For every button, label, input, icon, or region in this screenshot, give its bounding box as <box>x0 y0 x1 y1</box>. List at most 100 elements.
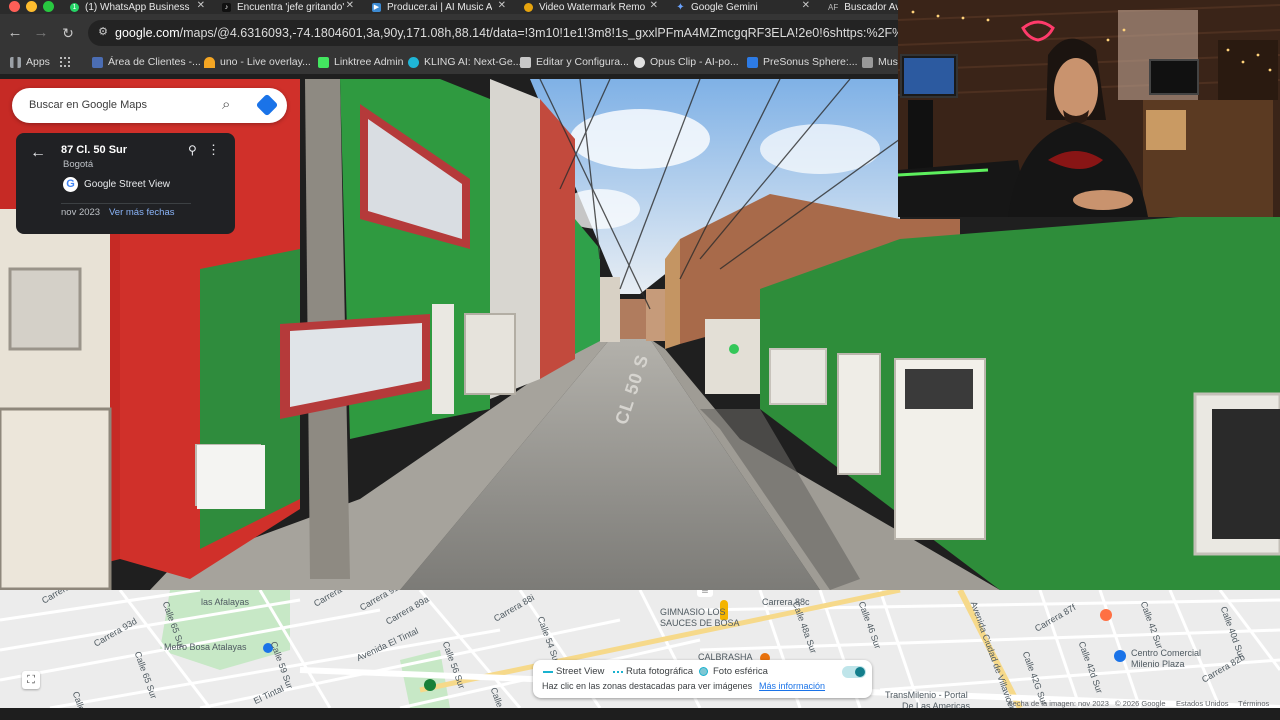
tab-title: (1) WhatsApp Business <box>85 1 190 13</box>
tab-title: Video Watermark Remo <box>539 1 646 13</box>
reload-icon[interactable]: ↻ <box>59 24 77 42</box>
bookmark-label: Editar y Configura... <box>536 56 629 68</box>
map-street-label: GIMNASIO LOS <box>660 607 726 617</box>
maps-search-box[interactable]: Buscar en Google Maps ⌕ <box>12 88 287 123</box>
terms-link[interactable]: Términos <box>1238 699 1269 708</box>
apps-grid-icon <box>10 56 21 68</box>
mush-icon <box>862 56 873 68</box>
bookmark-opus[interactable]: Opus Clip - AI-po... <box>634 56 739 68</box>
address-bar[interactable]: ⚙ google.com/maps/@4.6316093,-74.1804601… <box>88 20 1017 46</box>
copyright: © 2026 Google <box>1115 699 1166 708</box>
tab-close-icon[interactable]: ✕ <box>802 0 810 11</box>
toggle-knob <box>855 667 865 677</box>
city-label: Bogotá <box>63 159 94 170</box>
document-icon <box>520 56 531 68</box>
tiktok-icon: ♪ <box>222 2 231 12</box>
bookmark-editar[interactable]: Editar y Configura... <box>520 56 629 68</box>
legend-hint: Haz clic en las zonas destacadas para ve… <box>542 681 753 691</box>
tab-title: Buscador Ava <box>844 1 900 13</box>
location-pin-icon[interactable]: ⚲ <box>188 143 200 157</box>
folder-icon <box>92 56 103 68</box>
bookmark-label: Apps <box>26 56 50 68</box>
coverage-legend: Street View Ruta fotográfica Foto esféri… <box>533 660 872 698</box>
gemini-icon: ✦ <box>676 1 685 13</box>
tab-buscador[interactable]: AF Buscador Ava <box>828 0 900 14</box>
back-arrow-icon[interactable]: ← <box>6 24 24 42</box>
spherical-photo-legend: Foto esférica <box>713 666 768 677</box>
google-logo-icon: G <box>63 177 78 192</box>
url-host: google.com <box>115 26 180 40</box>
more-options-icon[interactable]: ⋮ <box>207 143 220 157</box>
photo-route-icon <box>613 671 623 673</box>
white-door <box>837 353 881 475</box>
bookmark-presonus[interactable]: PreSonus Sphere:... <box>747 56 858 68</box>
bookmarks-bar: Apps Área de Clientes -... uno - Live ov… <box>0 52 904 74</box>
navigation-bar: ← → ↻ ⚙ google.com/maps/@4.6316093,-74.1… <box>0 14 1017 52</box>
bookmark-label: Área de Clientes -... <box>108 56 201 68</box>
spherical-photo-icon <box>699 667 708 676</box>
kling-icon <box>408 56 419 68</box>
presonus-icon <box>747 56 758 68</box>
bookmark-uno[interactable]: uno - Live overlay... <box>204 56 311 68</box>
map-street-label: Metro Bosa Atalayas <box>164 642 247 652</box>
watermark-icon <box>524 2 533 12</box>
tab-producer[interactable]: ▶ Producer.ai | AI Music A ✕ <box>372 0 506 14</box>
tab-title: Encuentra 'jefe gritando' <box>237 1 345 13</box>
tab-tiktok[interactable]: ♪ Encuentra 'jefe gritando' ✕ <box>222 0 354 14</box>
linktree-icon <box>318 56 329 68</box>
capture-date: nov 2023 <box>61 207 101 218</box>
bookmark-label: Opus Clip - AI-po... <box>650 56 739 68</box>
bookmark-kling[interactable]: KLING AI: Next-Ge... <box>408 56 521 68</box>
back-arrow-icon[interactable]: ← <box>30 144 46 162</box>
more-dates-link[interactable]: Ver más fechas <box>109 207 174 218</box>
street-view-legend: Street View <box>556 666 605 677</box>
producer-icon: ▶ <box>372 2 381 12</box>
minimize-window-button[interactable] <box>26 1 37 12</box>
tab-watermark[interactable]: Video Watermark Remo ✕ <box>524 0 658 14</box>
source-label: Google Street View <box>84 179 170 190</box>
tab-gemini[interactable]: ✦ Google Gemini ✕ <box>676 0 810 14</box>
divider <box>61 203 191 204</box>
bookmark-linktree[interactable]: Linktree Admin <box>318 56 403 68</box>
maximize-window-button[interactable] <box>43 1 54 12</box>
window-bottom-edge <box>0 708 1280 720</box>
street-view-info-card: ← 87 Cl. 50 Sur Bogotá ⚲ ⋮ G Google Stre… <box>16 133 235 234</box>
map-street-label: Carrera 88c <box>762 597 810 607</box>
url-path: /maps/@4.6316093,-74.1804601,3a,90y,171.… <box>179 26 1018 40</box>
tab-title: Google Gemini <box>691 1 758 13</box>
map-street-label: TransMilenio - Portal <box>885 690 968 700</box>
site-settings-icon[interactable]: ⚙ <box>96 25 110 39</box>
af-icon: AF <box>828 2 839 12</box>
close-window-button[interactable] <box>9 1 20 12</box>
search-input[interactable]: Buscar en Google Maps <box>29 99 147 111</box>
forward-arrow-icon[interactable]: → <box>32 24 50 42</box>
more-info-link[interactable]: Más información <box>759 681 825 691</box>
bookmark-label: PreSonus Sphere:... <box>763 56 858 68</box>
tab-close-icon[interactable]: ✕ <box>498 0 506 11</box>
country-link[interactable]: Estados Unidos <box>1176 699 1229 708</box>
webcam-overlay <box>898 0 1280 217</box>
map-resize-handle[interactable]: ═ <box>697 590 713 597</box>
tab-close-icon[interactable]: ✕ <box>650 0 658 11</box>
map-street-label: Milenio Plaza <box>1131 659 1185 669</box>
tab-whatsapp[interactable]: 1 (1) WhatsApp Business ✕ <box>70 0 205 14</box>
street-view-line-icon <box>543 671 553 673</box>
address-title: 87 Cl. 50 Sur <box>61 144 128 156</box>
coverage-toggle[interactable] <box>842 666 866 678</box>
bookmark-label: Linktree Admin <box>334 56 404 68</box>
map-street-label: SAUCES DE BOSA <box>660 618 740 628</box>
bookmark-apps[interactable]: Apps <box>10 56 50 68</box>
street-marker <box>729 344 739 354</box>
uno-icon <box>204 56 215 68</box>
expand-map-icon[interactable]: ⛶ <box>22 671 40 689</box>
directions-icon[interactable] <box>255 93 279 117</box>
tab-close-icon[interactable]: ✕ <box>197 0 205 11</box>
all-bookmarks-grid-icon[interactable] <box>60 57 70 67</box>
bookmark-area-clientes[interactable]: Área de Clientes -... <box>92 56 201 68</box>
webcam-scene <box>898 0 1280 217</box>
bookmark-label: uno - Live overlay... <box>220 56 311 68</box>
tab-close-icon[interactable]: ✕ <box>346 0 354 11</box>
imagery-date: Fecha de la imagen: nov 2023 <box>1008 699 1109 708</box>
search-icon[interactable]: ⌕ <box>222 96 240 114</box>
photo-route-legend: Ruta fotográfica <box>626 666 694 677</box>
